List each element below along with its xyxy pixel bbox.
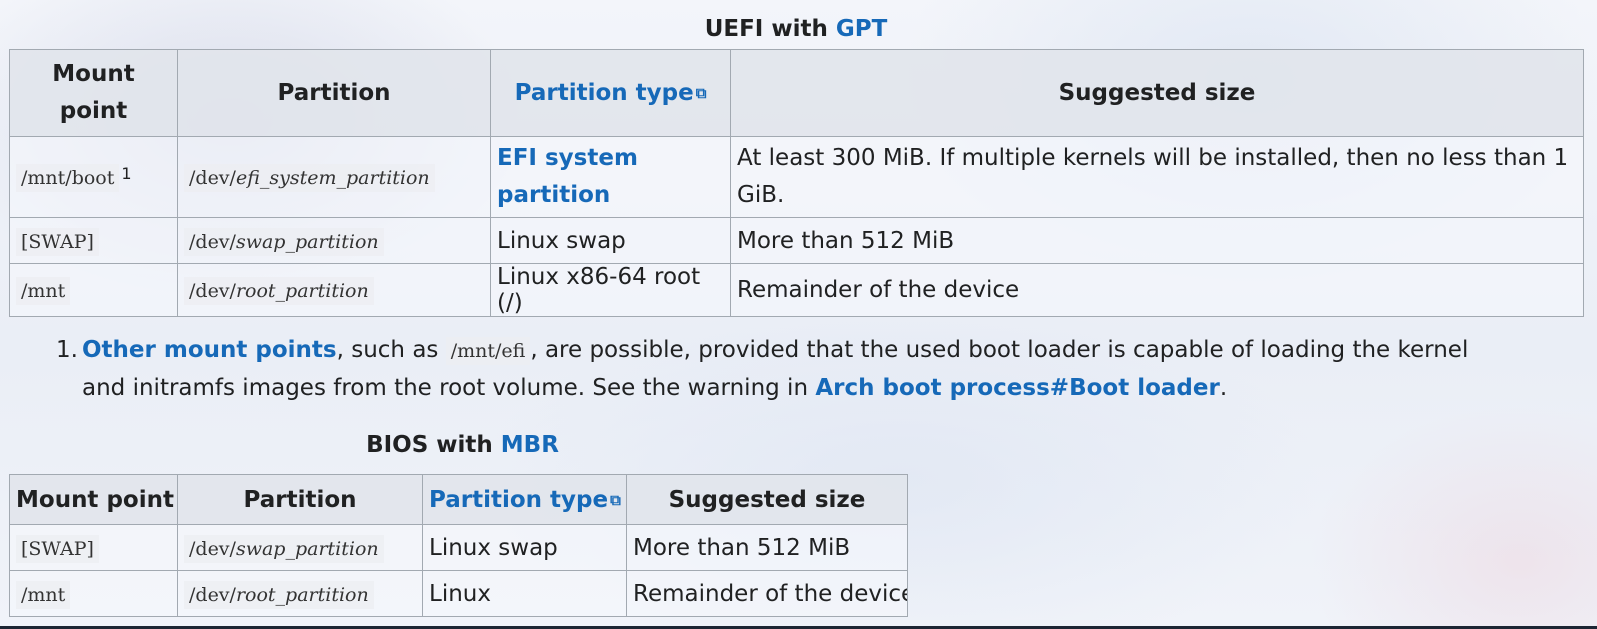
uefi-caption-text: UEFI with [704, 16, 836, 42]
table-row: /mnt /dev/root_partition Linux x86-64 ro… [9, 263, 1584, 317]
cell-partition: /dev/root_partition [177, 570, 423, 617]
table-row: [SWAP] /dev/swap_partition Linux swap Mo… [9, 217, 1584, 264]
uefi-partition-table: Mount point Partition Partition type ⧉ Su… [9, 49, 1584, 317]
mount-point-code: [SWAP] [16, 227, 99, 256]
cell-suggested-size: More than 512 MiB [730, 217, 1584, 264]
cell-mount-point: [SWAP] [9, 524, 178, 571]
cell-suggested-size: More than 512 MiB [626, 524, 908, 571]
mount-point-code: [SWAP] [16, 534, 99, 563]
cell-partition-type: Linux swap [422, 524, 627, 571]
cell-partition-type: Linux x86-64 root (/) [490, 263, 731, 317]
mount-point-code: /mnt/boot [16, 164, 120, 192]
page-content: UEFI with GPT Mount point Partition Part… [0, 0, 1597, 629]
partition-code: /dev/swap_partition [184, 227, 384, 256]
footnote-text: Other mount points, such as /mnt/efi, ar… [82, 337, 1469, 401]
partition-code: /dev/swap_partition [184, 534, 384, 563]
header-mount-point: Mount point [9, 474, 178, 525]
partition-code: /dev/root_partition [184, 580, 374, 609]
table-header-row: Mount point Partition Partition type ⧉ Su… [9, 49, 1584, 137]
bios-partition-table: Mount point Partition Partition type ⧉ Su… [9, 474, 908, 617]
cell-mount-point: /mnt [9, 263, 178, 317]
header-partition-type[interactable]: Partition type ⧉ [490, 49, 731, 137]
partition-type-link[interactable]: Partition type [429, 487, 608, 513]
cell-partition: /dev/root_partition [177, 263, 491, 317]
uefi-table-caption: UEFI with GPT [9, 16, 1583, 42]
cell-mount-point: /mnt [9, 570, 178, 617]
cell-partition: /dev/swap_partition [177, 217, 491, 264]
partition-code: /dev/efi_system_partition [184, 164, 435, 192]
other-mount-points-link[interactable]: Other mount points [82, 337, 337, 363]
mbr-link[interactable]: MBR [501, 432, 559, 458]
table-row: /mnt /dev/root_partition Linux Remainder… [9, 570, 908, 617]
cell-mount-point: /mnt/boot 1 [9, 136, 178, 218]
cell-partition-type: EFI system partition [490, 136, 731, 218]
external-link-icon: ⧉ [610, 490, 621, 509]
cell-suggested-size: Remainder of the device [626, 570, 908, 617]
table-header-row: Mount point Partition Partition type ⧉ Su… [9, 474, 908, 525]
cell-suggested-size: At least 300 MiB. If multiple kernels wi… [730, 136, 1584, 218]
external-link-icon: ⧉ [695, 84, 707, 102]
header-suggested-size: Suggested size [730, 49, 1584, 137]
cell-partition-type: Linux [422, 570, 627, 617]
header-partition: Partition [177, 474, 423, 525]
table-row: /mnt/boot 1 /dev/efi_system_partition EFI… [9, 136, 1584, 218]
partition-code: /dev/root_partition [184, 277, 374, 305]
footnote-ref[interactable]: 1 [121, 164, 131, 183]
header-partition-type[interactable]: Partition type ⧉ [422, 474, 627, 525]
cell-suggested-size: Remainder of the device [730, 263, 1584, 317]
bios-caption-text: BIOS with [366, 432, 501, 458]
cell-partition: /dev/swap_partition [177, 524, 423, 571]
footnote: 1. Other mount points, such as /mnt/efi,… [52, 332, 1492, 407]
arch-boot-process-link[interactable]: Arch boot process#Boot loader [815, 375, 1219, 401]
cell-mount-point: [SWAP] [9, 217, 178, 264]
table-row: [SWAP] /dev/swap_partition Linux swap Mo… [9, 524, 908, 571]
mount-point-code: /mnt [16, 580, 71, 609]
mnt-efi-code: /mnt/efi [445, 337, 531, 365]
header-suggested-size: Suggested size [626, 474, 908, 525]
partition-type-link[interactable]: Partition type [515, 80, 694, 106]
cell-partition: /dev/efi_system_partition [177, 136, 491, 218]
footnote-number: 1. [56, 337, 78, 363]
cell-partition-type: Linux swap [490, 217, 731, 264]
bios-table-caption: BIOS with MBR [9, 432, 916, 458]
header-partition: Partition [177, 49, 491, 137]
efi-system-partition-link[interactable]: EFI system partition [497, 145, 638, 208]
mount-point-code: /mnt [16, 277, 71, 305]
gpt-link[interactable]: GPT [836, 16, 887, 42]
header-mount-point: Mount point [9, 49, 178, 137]
